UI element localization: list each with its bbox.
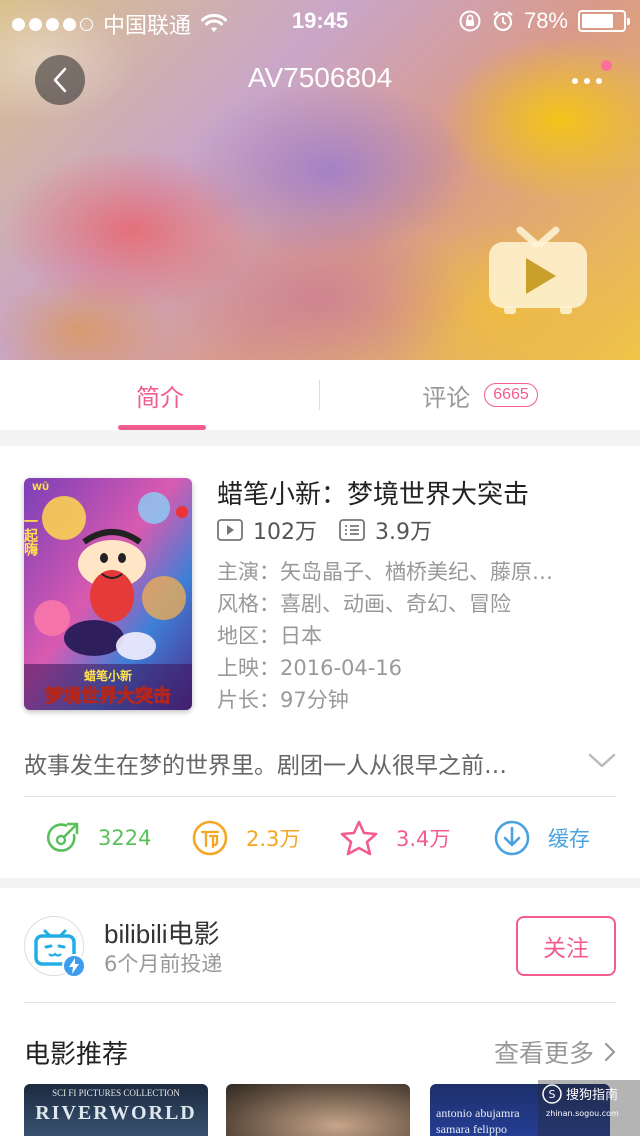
coin-button[interactable]: 2.3万 (192, 810, 300, 866)
meta-genre: 风格：喜剧、动画、奇幻、冒险 (217, 588, 511, 618)
page-title: AV7506804 (247, 62, 393, 93)
status-right: 78% (458, 8, 630, 34)
poster-logo: 蜡笔小新 (84, 668, 132, 683)
meta-region-key: 地区： (217, 624, 280, 648)
see-more-link[interactable]: 查看更多 (494, 1034, 616, 1070)
poster-corner-text: 一起嗨 (24, 514, 39, 557)
tab-divider (319, 380, 320, 410)
video-title: 蜡笔小新：梦境世界大突击 (217, 480, 530, 510)
meta-duration: 片长：97分钟 (217, 684, 349, 714)
poster-title: 梦境世界大突击 (45, 685, 171, 707)
battery-percent: 78% (523, 8, 568, 33)
status-bar: 中国联通 19:45 78% (0, 0, 640, 40)
watermark-line-1: 搜狗指南 (566, 1087, 618, 1103)
danmaku-count: 3.9万 (375, 520, 432, 545)
video-description[interactable]: 故事发生在梦的世界里。剧团一人从很早之前… (24, 746, 507, 780)
video-stats: 102万 3.9万 (217, 514, 432, 546)
expand-chevron-icon[interactable] (588, 752, 616, 770)
meta-release: 上映：2016-04-16 (217, 652, 402, 682)
movie-poster[interactable]: WŨ 一起嗨 蜡笔小新 梦境世界大突击 (24, 478, 192, 710)
meta-region-value: 日本 (280, 624, 322, 648)
download-button[interactable]: 缓存 (494, 810, 590, 866)
watermark-line-2: zhinan.sogou.com (546, 1109, 619, 1118)
meta-release-key: 上映： (217, 656, 280, 680)
play-button[interactable] (486, 226, 590, 318)
recommend-thumb-1[interactable]: SCI FI PICTURES COLLECTION RIVERWORLD (24, 1084, 208, 1136)
svg-text:WŨ: WŨ (32, 481, 49, 493)
follow-button[interactable]: 关注 (516, 916, 616, 976)
section-gap (0, 878, 640, 888)
chevron-right-icon (604, 1042, 616, 1062)
meta-region: 地区：日本 (217, 620, 322, 650)
meta-release-value: 2016-04-16 (280, 656, 403, 680)
meta-cast: 主演：矢岛晶子、楢桥美纪、藤原… (217, 556, 553, 586)
comment-count-badge: 6665 (484, 383, 538, 407)
verified-badge-icon (62, 954, 86, 978)
poster-art: WŨ 一起嗨 蜡笔小新 梦境世界大突击 (24, 478, 192, 710)
alarm-icon (493, 11, 513, 32)
meta-cast-key: 主演： (217, 560, 280, 584)
share-count: 3224 (98, 826, 152, 850)
action-bar: 3224 2.3万 3.4万 缓存 (0, 810, 640, 866)
share-icon (47, 822, 79, 852)
recommend-title: 电影推荐 (24, 1040, 129, 1070)
uploader-subtitle: 6个月前投递 (104, 952, 223, 976)
coin-icon (192, 820, 228, 856)
play-count-icon (217, 519, 243, 541)
uploader-name[interactable]: bilibili电影 (104, 914, 220, 951)
download-icon (494, 820, 530, 856)
meta-genre-key: 风格： (217, 592, 280, 616)
tab-bar: 简介 评论 6665 (0, 360, 640, 430)
divider (24, 1002, 616, 1003)
meta-cast-value: 矢岛晶子、楢桥美纪、藤原… (280, 560, 553, 584)
favorite-button[interactable]: 3.4万 (340, 810, 450, 866)
see-more-label: 查看更多 (493, 1039, 594, 1068)
tab-intro-label: 简介 (136, 383, 184, 412)
tab-comments[interactable]: 评论 6665 (320, 360, 640, 430)
more-dots-icon (572, 78, 578, 84)
section-gap (0, 430, 640, 446)
rotation-lock-icon (459, 10, 481, 32)
battery-level (582, 14, 614, 28)
thumb-1-title: RIVERWORLD (35, 1102, 197, 1124)
tab-intro[interactable]: 简介 (0, 360, 320, 430)
star-icon (340, 820, 378, 856)
recommend-thumb-2[interactable] (226, 1084, 410, 1136)
meta-duration-key: 片长： (217, 688, 280, 712)
meta-duration-value: 97分钟 (280, 688, 349, 712)
favorite-count: 3.4万 (396, 827, 451, 851)
svg-text:S: S (549, 1088, 556, 1101)
notification-dot (601, 60, 612, 71)
sogou-watermark: S 搜狗指南 zhinan.sogou.com (538, 1080, 640, 1136)
download-label: 缓存 (548, 827, 590, 851)
video-cover-header[interactable]: 中国联通 19:45 78% AV7506804 (0, 0, 640, 360)
share-button[interactable]: 3224 (46, 810, 151, 866)
coin-count: 2.3万 (246, 827, 301, 851)
divider (24, 796, 616, 797)
play-count: 102万 (253, 520, 317, 545)
battery-icon (578, 10, 630, 32)
danmaku-icon (339, 519, 365, 541)
tab-comments-label: 评论 (422, 383, 471, 412)
meta-genre-value: 喜剧、动画、奇幻、冒险 (280, 592, 511, 616)
thumb-1-top-text: SCI FI PICTURES COLLECTION (52, 1088, 180, 1098)
